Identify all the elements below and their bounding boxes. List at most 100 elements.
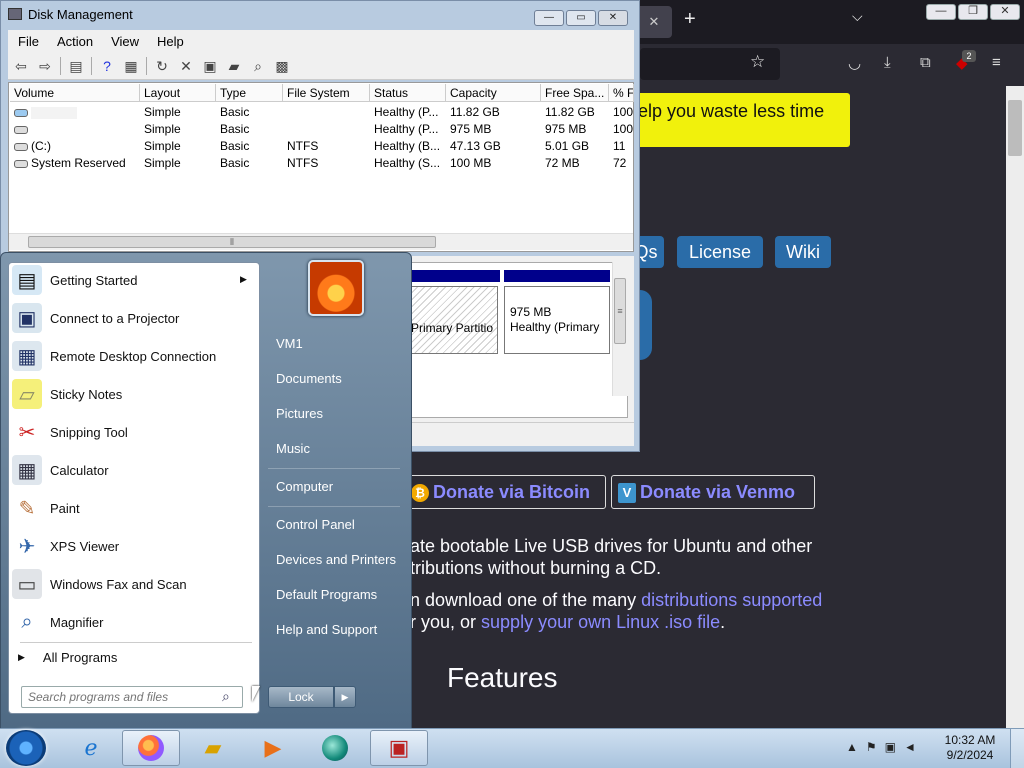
bookmark-star-icon[interactable]: ☆ [750,52,765,72]
partition-2[interactable]: 975 MB Healthy (Primary [504,286,610,354]
console-tree-icon[interactable]: ▤ [67,57,85,75]
forward-icon[interactable]: ⇨ [36,57,54,75]
getting-started-icon: ▤ [12,265,42,295]
refresh-icon[interactable]: ↻ [153,57,171,75]
partition-1[interactable]: Primary Partitio [410,286,498,354]
col-layout[interactable]: Layout [140,84,216,101]
start-right-default-programs[interactable]: Default Programs [276,587,377,602]
toolbar-separator [91,56,92,75]
col-type[interactable]: Type [216,84,283,101]
action-center-flag-icon[interactable]: ⚑ [866,740,877,754]
features-heading: Features [447,662,558,693]
pocket-icon[interactable]: ◡ [848,54,861,72]
start-search-input[interactable] [21,686,243,708]
open-folder-icon[interactable]: ▰ [225,57,243,75]
app-xps-viewer[interactable]: ✈ XPS Viewer [10,528,258,564]
taskbar-ie-icon[interactable]: ℯ [62,730,120,766]
volume-list[interactable]: Volume Layout Type File System Status Ca… [8,82,634,252]
app-remote-desktop[interactable]: ▦ Remote Desktop Connection [10,338,258,374]
search-disk-icon[interactable]: ⌕ [249,57,267,75]
taskbar-sphere-icon[interactable] [306,730,364,766]
search-icon[interactable]: ⌕ [222,688,230,705]
distributions-link[interactable]: distributions supported [641,590,822,610]
back-icon[interactable]: ⇦ [12,57,30,75]
col-capacity[interactable]: Capacity [446,84,541,101]
user-avatar[interactable] [308,260,364,316]
start-right-pictures[interactable]: Pictures [276,406,323,421]
iso-file-link[interactable]: supply your own Linux .iso file [481,612,720,632]
disk-graph-vscroll-thumb[interactable]: ≡ [614,278,626,344]
taskbar-firefox-icon[interactable] [122,730,180,766]
start-right-music[interactable]: Music [276,441,310,456]
network-icon[interactable]: ▣ [885,740,896,754]
taskbar-clock[interactable]: 10:32 AM 9/2/2024 [940,733,1000,763]
volume-muted-icon[interactable]: ◄ [904,740,916,754]
menu-help[interactable]: Help [157,34,184,49]
app-connect-projector[interactable]: ▣ Connect to a Projector [10,300,258,336]
menu-view[interactable]: View [111,34,139,49]
col-pct[interactable]: % F [609,84,634,101]
menu-action[interactable]: Action [57,34,93,49]
extensions-icon[interactable]: ⧉ [920,54,931,71]
menu-icon[interactable]: ≡ [992,54,1001,71]
page-scrollbar[interactable] [1006,86,1024,728]
start-button[interactable] [6,730,46,766]
properties-icon[interactable]: ▦ [122,57,140,75]
drive-icon[interactable]: ▩ [273,57,291,75]
table-row[interactable]: Simple Basic Healthy (P... 975 MB 975 MB… [10,121,634,138]
lock-button[interactable]: Lock [268,686,334,708]
dm-minimize-button[interactable]: — [534,10,564,26]
all-programs[interactable]: ▶ All Programs [18,650,117,665]
cell-pct: 11 [613,139,626,153]
start-right-computer[interactable]: Computer [276,479,333,494]
app-calculator[interactable]: ▦ Calculator [10,452,258,488]
start-right-control-panel[interactable]: Control Panel [276,517,355,532]
table-row[interactable]: Simple Basic Healthy (P... 11.82 GB 11.8… [10,104,634,121]
cell-capacity: 100 MB [450,156,492,170]
show-hidden-icons-icon[interactable]: ▲ [846,740,858,754]
menu-file[interactable]: File [18,34,39,49]
start-right-documents[interactable]: Documents [276,371,342,386]
ff-close-button[interactable]: ✕ [990,4,1020,20]
ff-minimize-button[interactable]: — [926,4,956,20]
license-button[interactable]: License [677,236,763,268]
help-icon[interactable]: ? [98,57,116,75]
new-tab-button[interactable]: + [684,8,696,31]
start-right-devices-printers[interactable]: Devices and Printers [276,552,396,567]
download-icon[interactable]: ⤓ [884,54,891,71]
app-magnifier[interactable]: ⌕ Magnifier [10,604,258,640]
donate-bitcoin-link[interactable]: ₿ Donate via Bitcoin [404,475,606,509]
volume-list-hscroll-thumb[interactable]: ⦀ [28,236,436,248]
shutdown-options-arrow-icon[interactable]: ▶ [334,686,356,708]
settings-icon[interactable]: ▣ [201,57,219,75]
start-right-vm1[interactable]: VM1 [276,336,303,351]
donate-venmo-link[interactable]: V Donate via Venmo [611,475,815,509]
ff-restore-button[interactable]: ❐ [958,4,988,20]
dm-maximize-button[interactable]: ▭ [566,10,596,26]
list-tabs-button[interactable]: ⌵ [852,8,863,25]
submenu-arrow-icon[interactable]: ▶ [240,274,247,285]
taskbar-explorer-icon[interactable]: ▰ [184,730,242,766]
taskbar-disk-management-icon[interactable]: ▣ [370,730,428,766]
dm-close-button[interactable]: ✕ [598,10,628,26]
ublock-badge: 2 [962,50,976,62]
app-getting-started[interactable]: ▤ Getting Started [10,262,258,298]
table-row[interactable]: System Reserved Simple Basic NTFS Health… [10,155,634,172]
table-row[interactable]: (C:) Simple Basic NTFS Healthy (B... 47.… [10,138,634,155]
wiki-button[interactable]: Wiki [775,236,831,268]
col-filesystem[interactable]: File System [283,84,370,101]
delete-icon[interactable]: ✕ [177,57,195,75]
app-fax-scan[interactable]: ▭ Windows Fax and Scan [10,566,258,602]
taskbar-media-player-icon[interactable]: ▶ [244,730,302,766]
app-snipping-tool[interactable]: ✂ Snipping Tool [10,414,258,450]
app-sticky-notes[interactable]: ▱ Sticky Notes [10,376,258,412]
col-free[interactable]: Free Spa... [541,84,609,101]
page-scroll-thumb[interactable] [1008,100,1022,156]
show-desktop-button[interactable] [1010,729,1024,768]
start-right-help-support[interactable]: Help and Support [276,622,377,637]
col-volume[interactable]: Volume [10,84,140,101]
mouse-cursor-icon [252,686,260,702]
firefox-tab-close[interactable]: ✕ [636,6,672,38]
app-paint[interactable]: ✎ Paint [10,490,258,526]
col-status[interactable]: Status [370,84,446,101]
